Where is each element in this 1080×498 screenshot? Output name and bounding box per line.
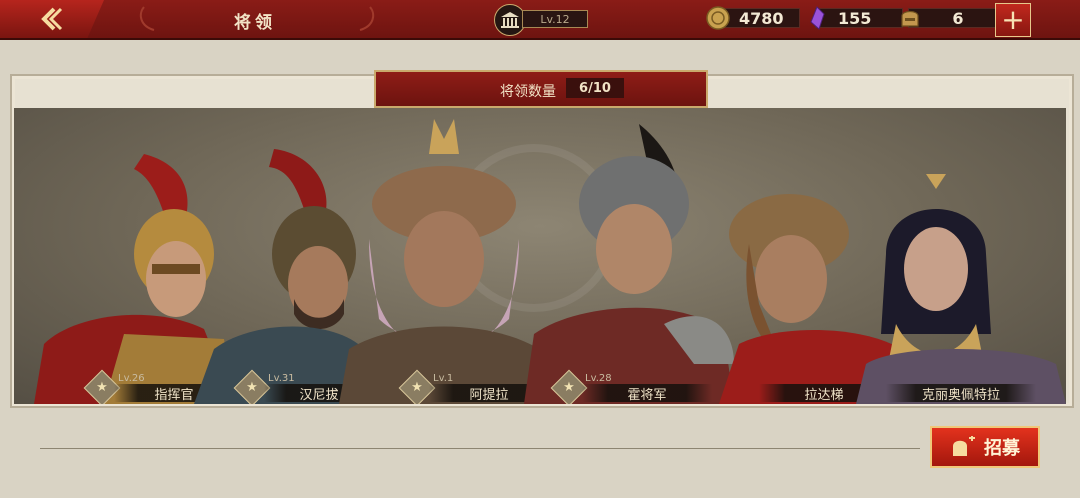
general-count-value: 6/10 xyxy=(566,78,624,98)
general-name: 拉达梯 xyxy=(804,387,844,403)
general-name: 克丽奥佩特拉 xyxy=(921,387,1000,403)
back-button[interactable] xyxy=(0,0,104,38)
laurel-left-icon xyxy=(139,6,155,31)
page-title: 将领 xyxy=(234,13,276,33)
bottom-divider xyxy=(40,448,920,449)
add-resource-button[interactable]: + xyxy=(995,3,1031,37)
general-count-label: 将领数量 xyxy=(500,84,556,100)
general-name: 霍将军 xyxy=(627,387,667,403)
top-bar: 将领 Lv.12 4780 155 6 + xyxy=(0,0,1080,40)
general-level: Lv.28 xyxy=(585,373,612,384)
general-name: 阿提拉 xyxy=(469,387,509,403)
helmet-token-icon xyxy=(901,10,919,27)
general-nameplate: 霍将军 xyxy=(582,384,712,403)
general-portrait-cleopatra xyxy=(856,174,1066,404)
general-card[interactable]: ★ Lv.28 霍将军 xyxy=(504,124,734,404)
recruit-helmet-icon xyxy=(953,436,975,456)
generals-stage: ★ Lv.26 指挥官 ★ Lv.31 汉尼拔 ★ Lv.1 阿提拉 ★ Lv.… xyxy=(14,108,1066,404)
purple-gem-icon xyxy=(810,6,825,30)
general-nameplate: 克丽奥佩特拉 xyxy=(886,384,1036,403)
general-name: 汉尼拔 xyxy=(299,387,339,403)
recruit-label: 招募 xyxy=(984,438,1020,459)
general-level: Lv.31 xyxy=(268,373,295,384)
city-level: Lv.12 xyxy=(522,10,588,28)
general-count-banner: 将领数量 6/10 xyxy=(374,70,708,108)
general-level: Lv.26 xyxy=(118,373,145,384)
laurel-right-icon xyxy=(359,6,375,31)
general-level: Lv.1 xyxy=(433,373,454,384)
general-name: 指挥官 xyxy=(154,387,194,403)
recruit-button[interactable]: 招募 xyxy=(930,426,1040,468)
gem-resource[interactable]: 155 xyxy=(805,6,903,30)
token-resource[interactable]: 6 xyxy=(898,7,996,29)
back-arrow-icon xyxy=(41,7,63,31)
general-card[interactable]: 克丽奥佩特拉 xyxy=(856,174,1066,404)
coin-resource[interactable]: 4780 xyxy=(706,6,800,30)
general-portrait-general-huo xyxy=(524,124,734,404)
coin-icon xyxy=(706,6,730,30)
